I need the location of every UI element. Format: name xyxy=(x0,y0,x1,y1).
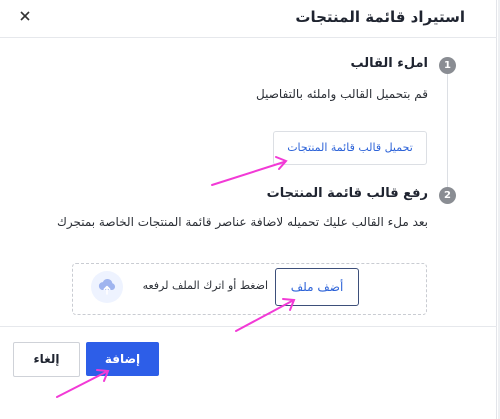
close-icon[interactable] xyxy=(18,9,32,23)
cloud-upload-icon xyxy=(91,271,123,303)
dialog-header: استيراد قائمة المنتجات xyxy=(0,0,497,38)
step-2-indicator: 2 xyxy=(439,187,456,204)
download-template-button[interactable]: تحميل قالب قائمة المنتجات xyxy=(273,131,427,165)
dropzone-hint: اضغط أو اترك الملف لرفعه xyxy=(142,279,268,292)
footer-divider xyxy=(0,326,497,327)
dialog-title: استيراد قائمة المنتجات xyxy=(295,8,465,26)
step-1-title: املء القالب xyxy=(350,56,429,71)
step-2-title: رفع قالب قائمة المنتجات xyxy=(266,186,428,201)
step-2-description: بعد ملء القالب عليك تحميله لاضافة عناصر … xyxy=(56,215,428,229)
submit-button[interactable]: إضافة xyxy=(86,342,159,376)
add-file-button[interactable]: أضف ملف xyxy=(275,268,359,306)
cancel-button[interactable]: إلغاء xyxy=(13,342,80,377)
annotation-arrow-1 xyxy=(211,161,285,186)
step-1-indicator: 1 xyxy=(439,57,456,74)
step-1-description: قم بتحميل القالب واملئه بالتفاصيل xyxy=(256,87,428,101)
step-connector xyxy=(447,74,448,188)
dialog-edge xyxy=(496,0,497,419)
